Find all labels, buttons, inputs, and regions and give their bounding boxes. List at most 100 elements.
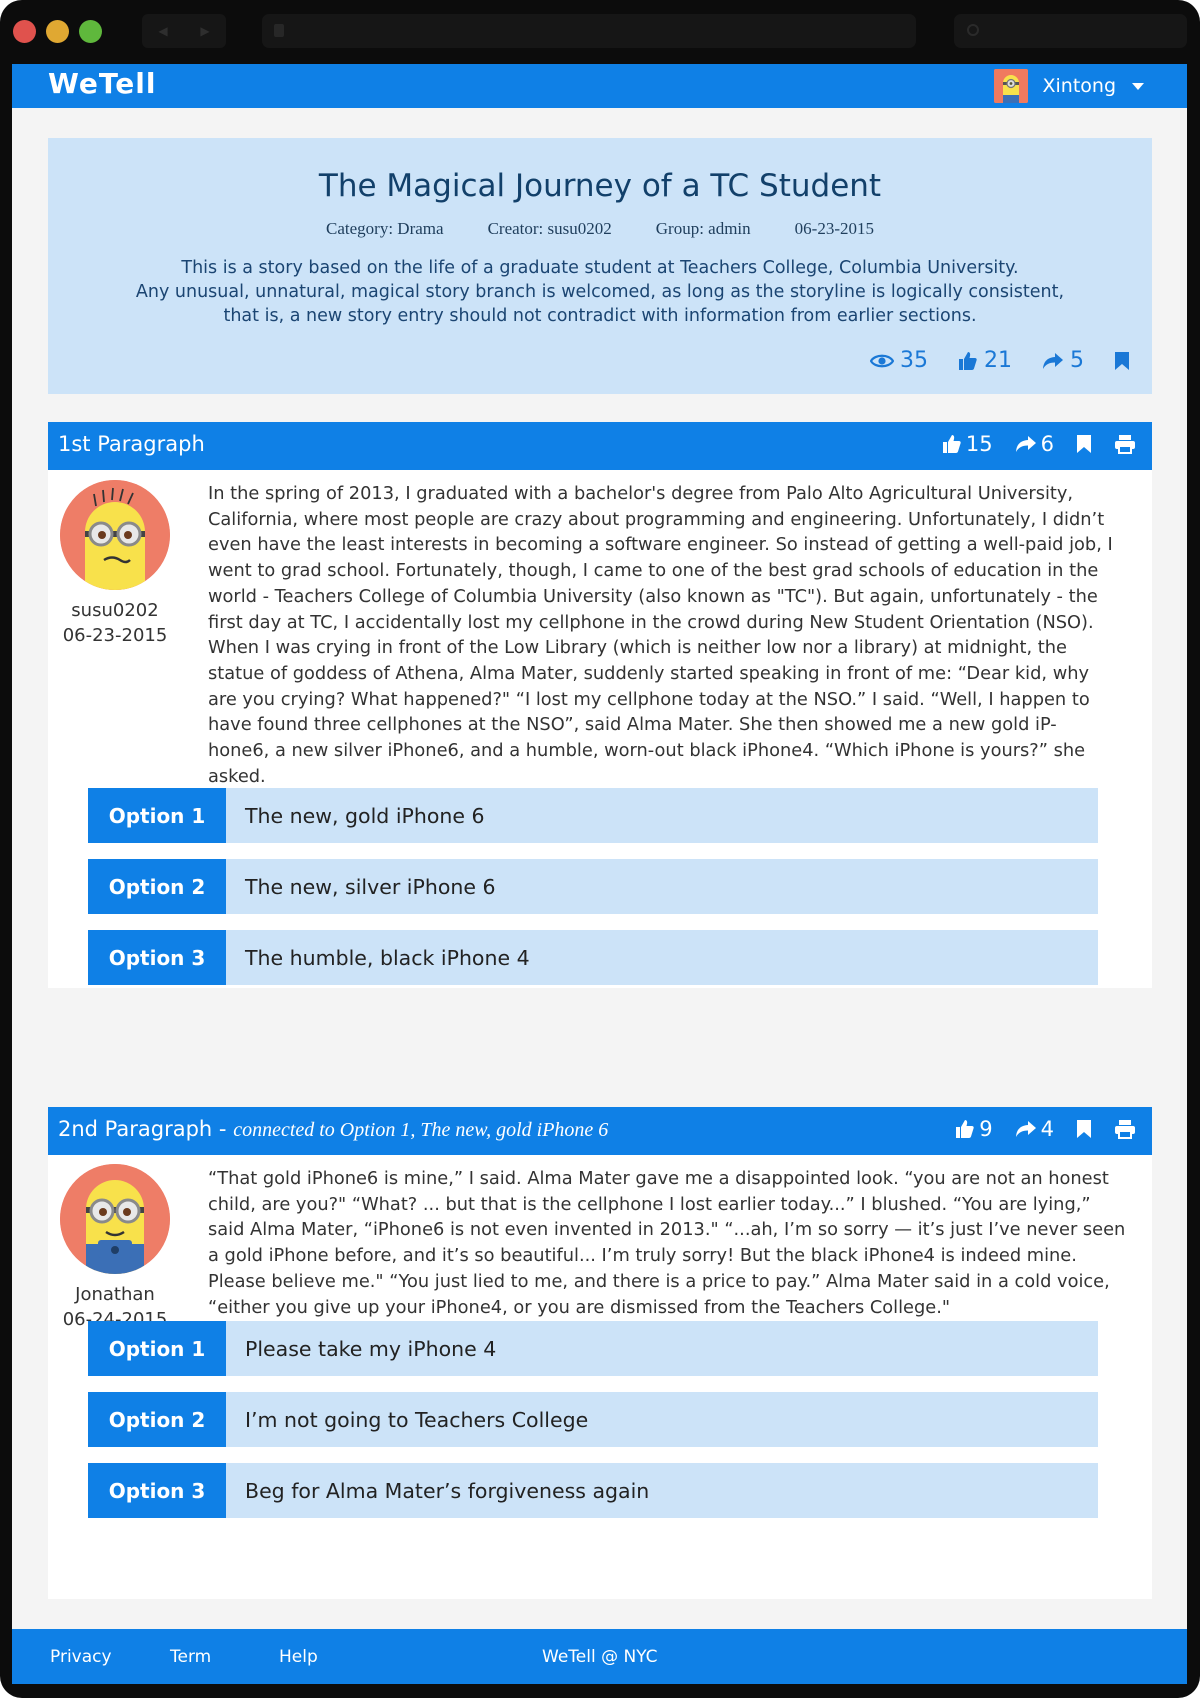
text-line: said Alma Mater, “iPhone6 is not even in… bbox=[208, 1219, 1126, 1241]
option-text: Beg for Alma Mater’s forgiveness again bbox=[226, 1463, 1098, 1518]
text-line: even have the least interests in becomin… bbox=[208, 534, 1113, 556]
paragraph-shares-count: 4 bbox=[1040, 1117, 1054, 1141]
story-likes-count: 21 bbox=[984, 348, 1012, 373]
option-label: Option 3 bbox=[88, 930, 226, 985]
bookmark-icon bbox=[1114, 351, 1130, 371]
maximize-window-button[interactable] bbox=[79, 20, 102, 43]
story-group: Group: admin bbox=[655, 219, 751, 238]
paragraph-print-button[interactable] bbox=[1114, 1119, 1136, 1139]
paragraph-actions: 15 6 bbox=[942, 432, 1136, 456]
option-text: I’m not going to Teachers College bbox=[226, 1392, 1098, 1447]
paragraph-like-button[interactable]: 9 bbox=[955, 1117, 993, 1141]
views-count: 35 bbox=[900, 348, 928, 373]
text-line: world - Teachers College of Columbia Uni… bbox=[208, 585, 1098, 607]
author-name[interactable]: Jonathan bbox=[60, 1284, 170, 1305]
paragraph-title: 1st Paragraph bbox=[58, 432, 205, 456]
story-description: This is a story based on the life of a g… bbox=[88, 256, 1112, 328]
paragraph-text: In the spring of 2013, I graduated with … bbox=[208, 481, 1144, 789]
story-date: 06-23-2015 bbox=[794, 219, 874, 238]
text-line: “either you give up your iPhone4, or you… bbox=[208, 1296, 951, 1318]
option-2-button[interactable]: Option 2 I’m not going to Teachers Colle… bbox=[88, 1392, 1098, 1447]
paragraph-print-button[interactable] bbox=[1114, 434, 1136, 454]
text-line: “That gold iPhone6 is mine,” I said. Alm… bbox=[208, 1168, 1109, 1189]
text-line: hone6, a new silver iPhone6, and a humbl… bbox=[208, 740, 1086, 762]
text-line: asked. bbox=[208, 765, 266, 787]
share-icon bbox=[1015, 435, 1037, 453]
address-bar[interactable] bbox=[262, 14, 916, 48]
user-avatar bbox=[994, 69, 1029, 103]
footer-privacy-link[interactable]: Privacy bbox=[50, 1647, 112, 1667]
paragraph-bookmark-button[interactable] bbox=[1076, 1119, 1092, 1139]
paragraph-bookmark-button[interactable] bbox=[1076, 434, 1092, 454]
story-title: The Magical Journey of a TC Student bbox=[318, 168, 882, 204]
text-line: a gold iPhone before, and it’s so beauti… bbox=[208, 1245, 1077, 1267]
option-text: The new, gold iPhone 6 bbox=[226, 788, 1098, 843]
paragraph-share-button[interactable]: 4 bbox=[1015, 1117, 1054, 1141]
footer-help-link[interactable]: Help bbox=[279, 1647, 318, 1667]
option-text: Please take my iPhone 4 bbox=[226, 1321, 1098, 1376]
page-viewport: WeTell Xintong The Magical Journey of a … bbox=[12, 64, 1187, 1684]
text-line: child, are you?" “What? ... but that is … bbox=[208, 1193, 1091, 1215]
browser-window: ◀ ▶ WeTell Xintong The Magical Journey o… bbox=[0, 0, 1200, 1698]
paragraph-connection[interactable]: connected to Option 1, The new, gold iPh… bbox=[233, 1119, 608, 1141]
close-window-button[interactable] bbox=[13, 20, 36, 43]
story-like-button[interactable]: 21 bbox=[958, 348, 1012, 373]
story-shares-count: 5 bbox=[1070, 348, 1084, 373]
story-category: Category: Drama bbox=[326, 219, 444, 238]
paragraph-likes-count: 9 bbox=[979, 1117, 993, 1141]
option-2-button[interactable]: Option 2 The new, silver iPhone 6 bbox=[88, 859, 1098, 914]
footer: Privacy Term Help WeTell @ NYC bbox=[12, 1629, 1187, 1684]
minimize-window-button[interactable] bbox=[46, 20, 69, 43]
browser-search-field[interactable] bbox=[954, 14, 1187, 48]
text-line: statue of goddess of Athena, Alma Mater,… bbox=[208, 662, 1090, 684]
views-stat: 35 bbox=[870, 348, 928, 373]
print-icon bbox=[1114, 434, 1136, 454]
avatar[interactable] bbox=[60, 1164, 170, 1274]
eye-icon bbox=[870, 353, 894, 369]
text-line: Please believe me." “You just lied to me… bbox=[208, 1270, 1110, 1292]
paragraph-likes-count: 15 bbox=[965, 432, 993, 456]
story-bookmark-button[interactable] bbox=[1114, 351, 1130, 371]
text-line: In the spring of 2013, I graduated with … bbox=[208, 483, 1074, 504]
story-share-button[interactable]: 5 bbox=[1042, 348, 1084, 373]
paragraph-card: 1st Paragraph 15 6 susu0202 06-23-2015 I… bbox=[48, 422, 1152, 988]
paragraph-share-button[interactable]: 6 bbox=[1015, 432, 1054, 456]
author-name[interactable]: susu0202 bbox=[60, 600, 170, 621]
thumbs-up-icon bbox=[958, 351, 978, 371]
option-label: Option 1 bbox=[88, 1321, 226, 1376]
paragraph-header: 1st Paragraph 15 6 bbox=[48, 422, 1152, 470]
avatar[interactable] bbox=[60, 480, 170, 590]
user-menu[interactable]: Xintong bbox=[994, 69, 1144, 103]
window-controls bbox=[13, 20, 102, 43]
paragraph-header: 2nd Paragraph - connected to Option 1, T… bbox=[48, 1107, 1152, 1155]
option-3-button[interactable]: Option 3 The humble, black iPhone 4 bbox=[88, 930, 1098, 985]
text-line: are you crying? What happened?" “I lost … bbox=[208, 688, 1090, 710]
thumbs-up-icon bbox=[942, 434, 962, 454]
option-label: Option 1 bbox=[88, 788, 226, 843]
option-1-button[interactable]: Option 1 The new, gold iPhone 6 bbox=[88, 788, 1098, 843]
post-date: 06-23-2015 bbox=[62, 625, 168, 646]
bookmark-icon bbox=[1076, 434, 1092, 454]
share-icon bbox=[1042, 352, 1064, 370]
share-icon bbox=[1015, 1120, 1037, 1138]
story-stats: 35 21 5 bbox=[870, 348, 1130, 373]
paragraph-text: “That gold iPhone6 is mine,” I said. Alm… bbox=[208, 1166, 1144, 1320]
option-1-button[interactable]: Option 1 Please take my iPhone 4 bbox=[88, 1321, 1098, 1376]
bookmark-icon bbox=[1076, 1119, 1092, 1139]
option-label: Option 3 bbox=[88, 1463, 226, 1518]
thumbs-up-icon bbox=[955, 1119, 975, 1139]
brand-logo[interactable]: WeTell bbox=[48, 67, 156, 100]
paragraph-like-button[interactable]: 15 bbox=[942, 432, 993, 456]
paragraph-author: Jonathan 06-24-2015 bbox=[60, 1164, 170, 1330]
user-name: Xintong bbox=[1042, 75, 1116, 97]
option-text: The humble, black iPhone 4 bbox=[226, 930, 1098, 985]
paragraph-actions: 9 4 bbox=[955, 1117, 1136, 1141]
footer-term-link[interactable]: Term bbox=[170, 1647, 211, 1667]
forward-arrow-icon[interactable]: ▶ bbox=[184, 14, 226, 48]
paragraph-title-text: 2nd Paragraph bbox=[58, 1117, 213, 1141]
back-arrow-icon[interactable]: ◀ bbox=[142, 14, 184, 48]
chevron-down-icon bbox=[1132, 82, 1144, 90]
text-line: When I was crying in front of the Low Li… bbox=[208, 637, 1067, 659]
option-3-button[interactable]: Option 3 Beg for Alma Mater’s forgivenes… bbox=[88, 1463, 1098, 1518]
paragraph-author: susu0202 06-23-2015 bbox=[60, 480, 170, 646]
